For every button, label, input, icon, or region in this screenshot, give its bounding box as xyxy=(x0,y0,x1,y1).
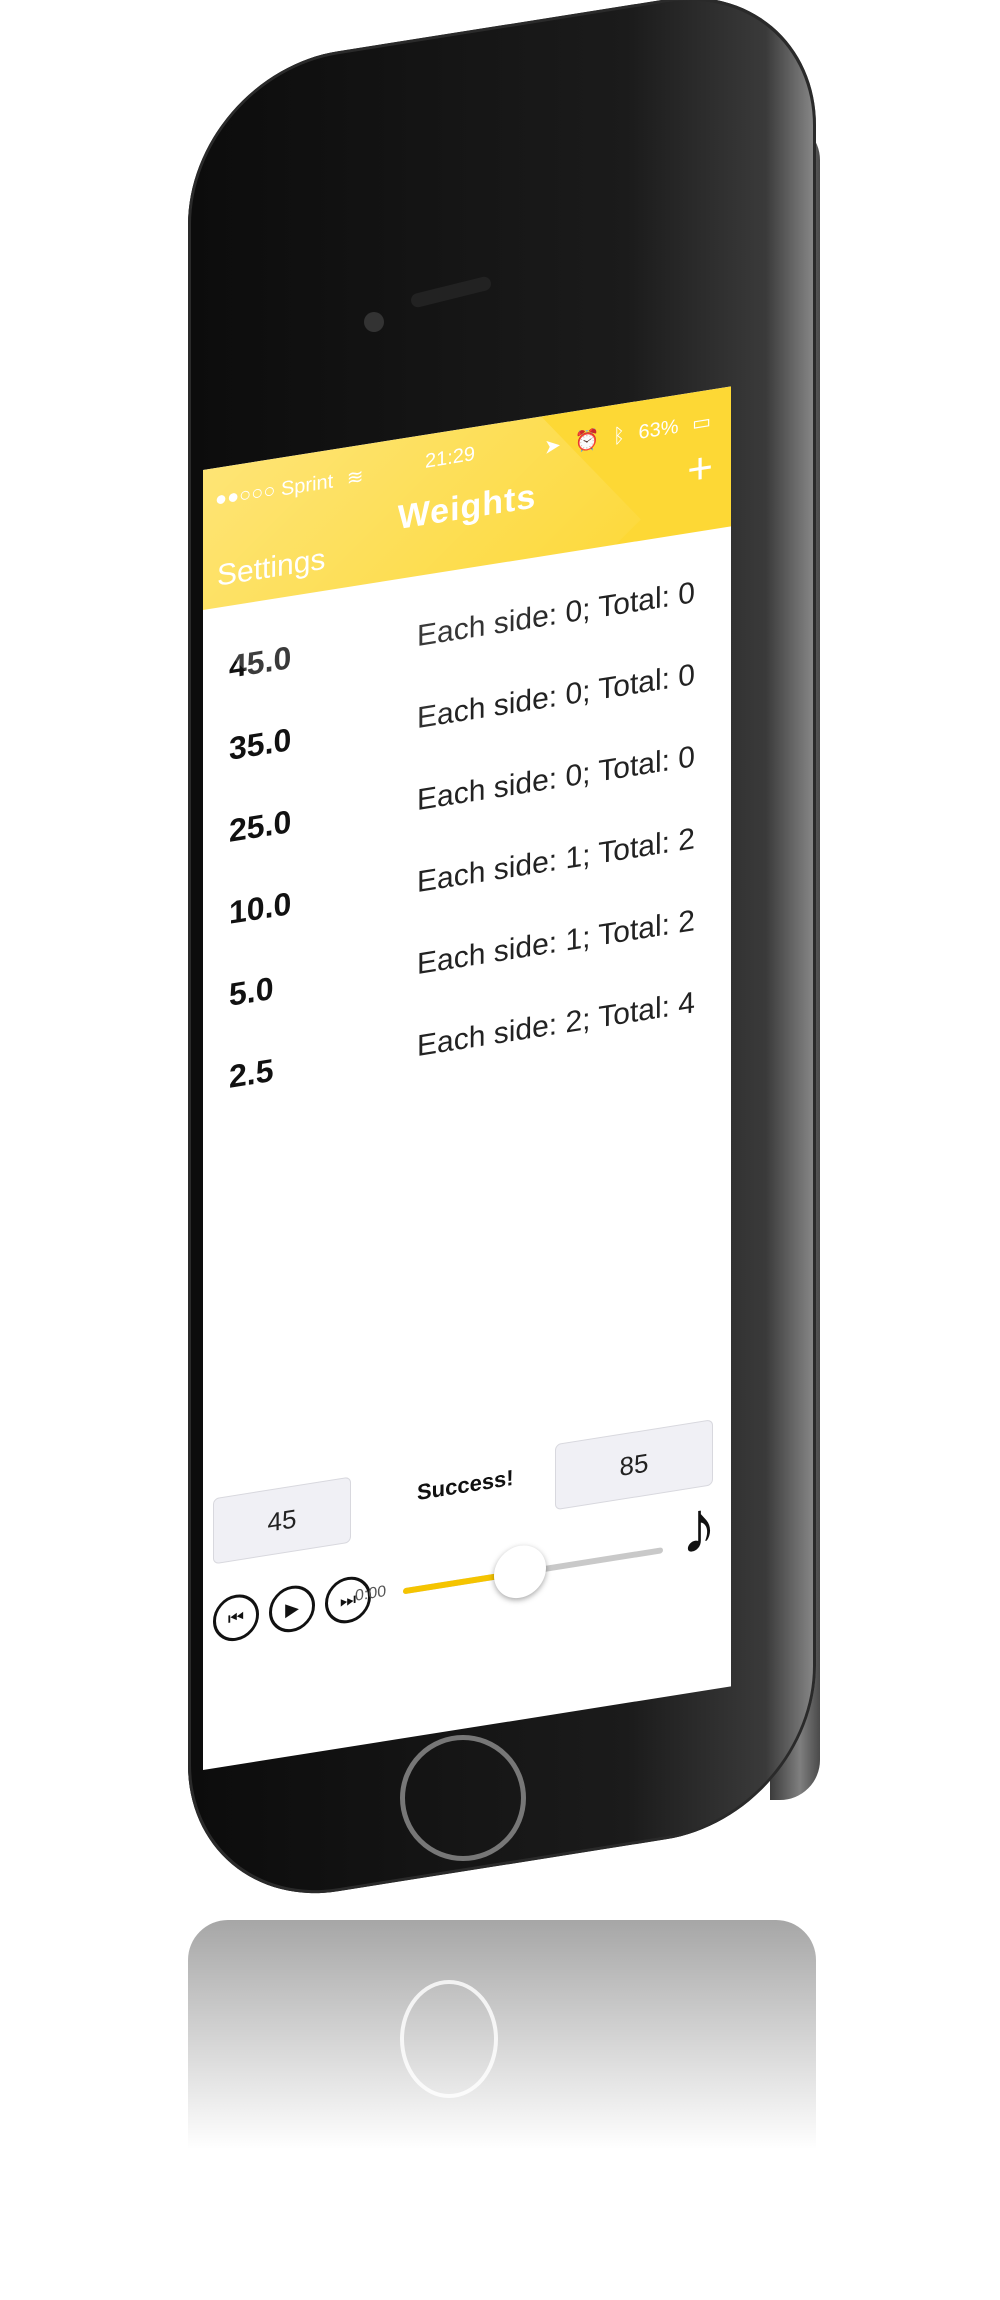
bottom-bar: 45 Success! 85 ⏮ ▶ ⏭ 0:00 ♪ xyxy=(203,1386,731,1690)
weights-table: 45.0 Each side: 0; Total: 0 35.0 Each si… xyxy=(203,546,731,1122)
music-note-icon[interactable]: ♪ xyxy=(681,1485,717,1571)
front-camera xyxy=(364,312,384,332)
phone-reflection xyxy=(188,1920,816,2150)
weight-value: 2.5 xyxy=(229,1051,274,1095)
location-icon: ➤ xyxy=(544,433,561,459)
home-button-reflection xyxy=(400,1980,498,2098)
playback-slider[interactable] xyxy=(403,1541,663,1602)
wifi-icon: ≋ xyxy=(346,465,364,490)
start-weight-field[interactable]: 45 xyxy=(213,1476,351,1565)
weight-value: 5.0 xyxy=(229,969,274,1013)
weight-value: 35.0 xyxy=(229,720,292,767)
battery-percent: 63% xyxy=(638,415,679,444)
carrier-label: ●●○○○ Sprint xyxy=(215,469,334,511)
play-button[interactable]: ▶ xyxy=(269,1582,315,1636)
previous-track-button[interactable]: ⏮ xyxy=(213,1591,259,1645)
playback-time: 0:00 xyxy=(355,1582,387,1605)
status-time: 21:29 xyxy=(425,442,476,473)
weight-value: 45.0 xyxy=(229,638,292,685)
add-button[interactable]: + xyxy=(687,442,713,495)
slider-thumb[interactable] xyxy=(494,1541,546,1602)
battery-icon: ▭ xyxy=(692,410,711,436)
app-screen: ●●○○○ Sprint ≋ 21:29 ➤ ⏰ ᛒ 63% ▭ Weights… xyxy=(203,386,731,1770)
home-button[interactable] xyxy=(400,1735,526,1861)
weight-value: 10.0 xyxy=(229,884,292,931)
media-controls: ⏮ ▶ ⏭ xyxy=(213,1573,371,1645)
status-left: ●●○○○ Sprint ≋ xyxy=(215,462,372,512)
bluetooth-icon: ᛒ xyxy=(612,423,625,448)
alarm-icon: ⏰ xyxy=(574,427,600,454)
weight-value: 25.0 xyxy=(229,802,292,849)
result-label: Success! xyxy=(417,1464,514,1506)
